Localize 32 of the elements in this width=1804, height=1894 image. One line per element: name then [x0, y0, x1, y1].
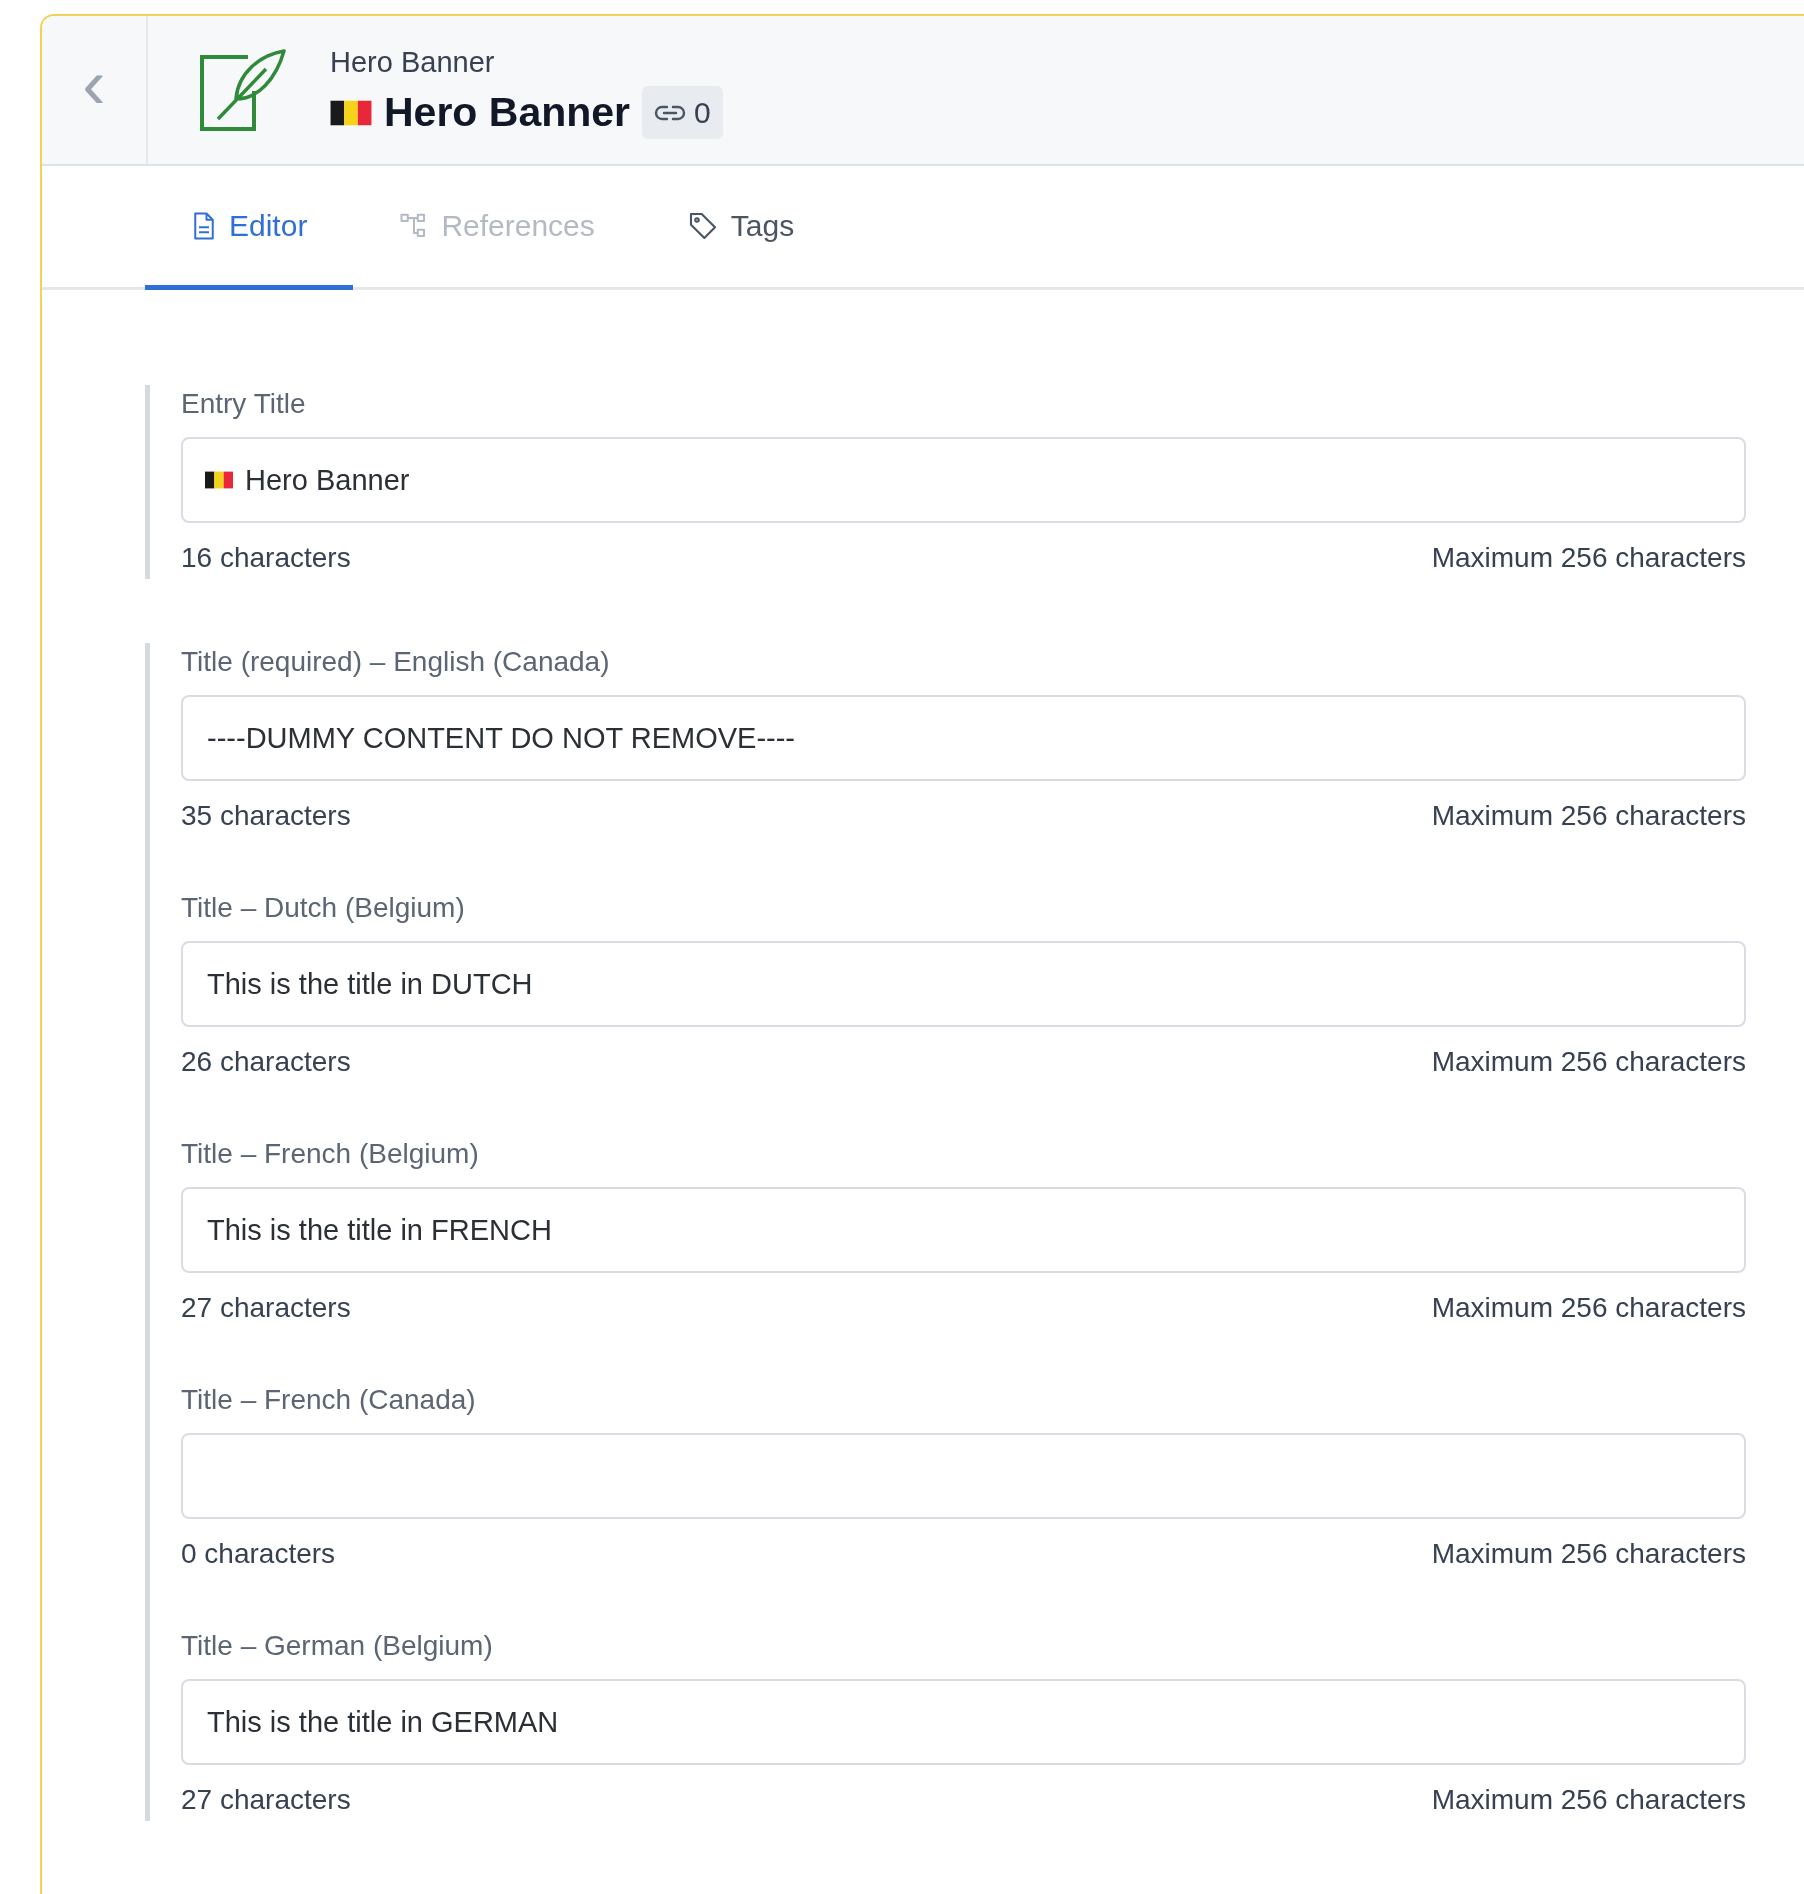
- entry-title: Hero Banner: [384, 88, 631, 138]
- entry-type-label: Hero Banner: [330, 44, 496, 80]
- field-label: Title – French (Canada): [181, 1383, 477, 1417]
- character-count: 27 characters: [181, 1783, 351, 1817]
- field-label: Title (required) – English (Canada): [181, 645, 611, 679]
- document-icon: [191, 210, 217, 241]
- text-input[interactable]: ----DUMMY CONTENT DO NOT REMOVE----: [181, 695, 1746, 781]
- text-input[interactable]: Hero Banner: [181, 437, 1746, 523]
- character-limit: Maximum 256 characters: [1431, 1537, 1746, 1571]
- character-count: 27 characters: [181, 1291, 351, 1325]
- text-input[interactable]: This is the title in DUTCH: [181, 941, 1746, 1027]
- field-label: Title – Dutch (Belgium): [181, 891, 466, 925]
- character-count: 35 characters: [181, 799, 351, 833]
- text-input[interactable]: [181, 1433, 1746, 1519]
- feather-icon: [198, 47, 288, 133]
- character-count: 0 characters: [181, 1537, 336, 1571]
- character-count: 16 characters: [181, 541, 351, 575]
- character-limit: Maximum 256 characters: [1431, 799, 1746, 833]
- character-count: 26 characters: [181, 1045, 351, 1079]
- character-limit: Maximum 256 characters: [1431, 1045, 1746, 1079]
- text-input[interactable]: This is the title in GERMAN: [181, 1679, 1746, 1765]
- tab[interactable]: Tags: [640, 166, 841, 290]
- character-limit: Maximum 256 characters: [1431, 1291, 1746, 1325]
- character-limit: Maximum 256 characters: [1431, 541, 1746, 575]
- field-label: Title – French (Belgium): [181, 1137, 480, 1171]
- character-limit: Maximum 256 characters: [1431, 1783, 1746, 1817]
- field-label: Entry Title: [181, 387, 307, 421]
- link-count: 0: [694, 95, 711, 132]
- flag-icon: [205, 469, 233, 491]
- tab[interactable]: Editor: [145, 166, 354, 290]
- text-input[interactable]: This is the title in FRENCH: [181, 1187, 1746, 1273]
- field-label: Title – German (Belgium): [181, 1629, 494, 1663]
